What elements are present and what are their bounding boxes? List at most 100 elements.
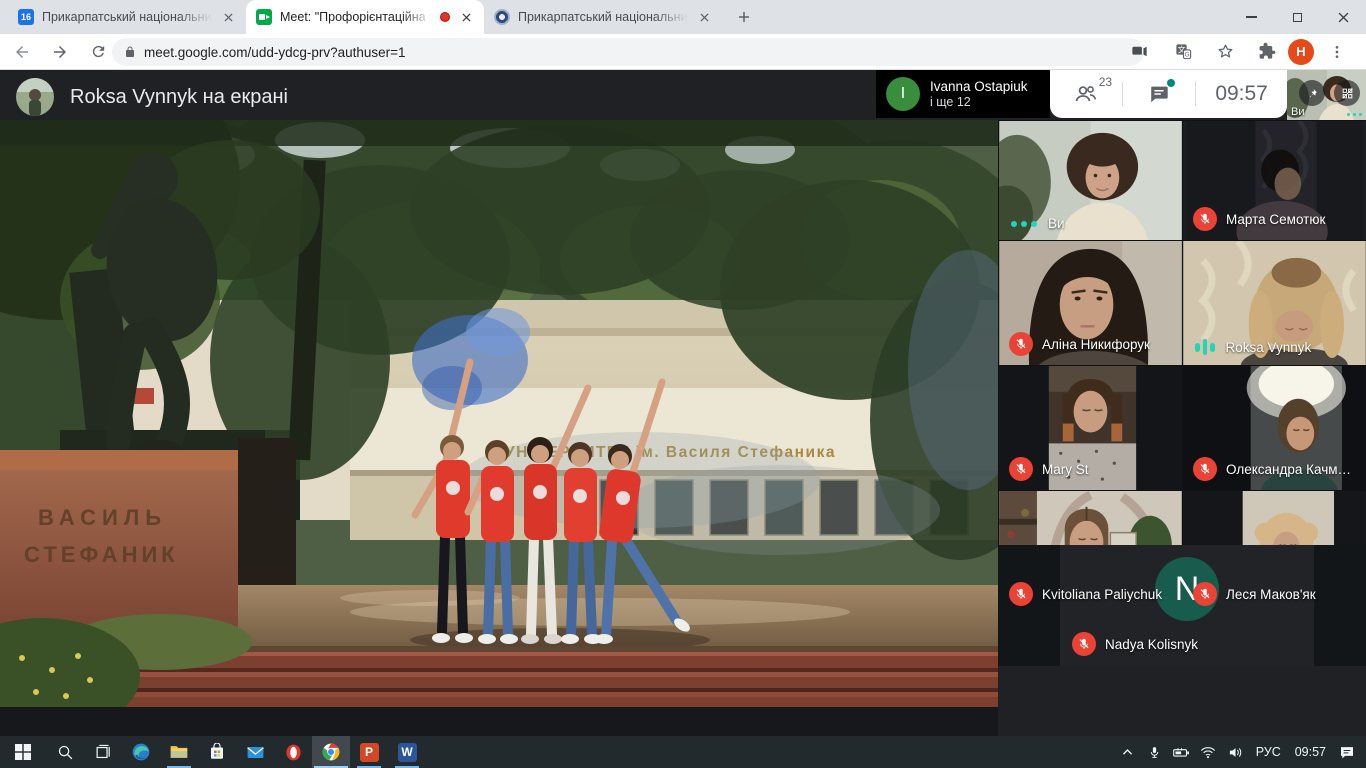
tile-participant[interactable]: Олександра Качм…: [1182, 365, 1366, 490]
tile-participant[interactable]: Марта Семотюк: [1182, 120, 1366, 240]
url-text: meet.google.com/udd-ydcg-prv?authuser=1: [144, 45, 406, 60]
tile-participant[interactable]: Mary St: [998, 365, 1182, 490]
power-battery-icon[interactable]: [1168, 736, 1195, 768]
mic-off-icon: [1193, 582, 1217, 606]
presenter-avatar: [16, 78, 54, 116]
forward-icon[interactable]: [44, 36, 76, 68]
browser-menu-icon[interactable]: [1322, 37, 1352, 67]
tab-meet-active[interactable]: Meet: "Профорієнтаційна зу: [246, 0, 484, 34]
participant-name: Kvitoliana Paliychuk: [1042, 587, 1162, 602]
taskbar-clock[interactable]: 09:57: [1288, 745, 1333, 759]
selfview-label: Ви: [1291, 106, 1304, 118]
profile-avatar[interactable]: H: [1286, 37, 1316, 67]
address-bar[interactable]: meet.google.com/udd-ydcg-prv?authuser=1: [112, 38, 1144, 66]
extensions-puzzle-icon[interactable]: [1252, 37, 1282, 67]
microphone-tray-icon[interactable]: [1141, 736, 1168, 768]
participant-name: Nadya Kolisnyk: [1105, 637, 1198, 652]
lock-icon: [124, 45, 136, 59]
tile-participant[interactable]: Roksa Vynnyk: [1182, 240, 1366, 365]
tile-participant-self[interactable]: Ви: [998, 120, 1182, 240]
browser-toolbar: meet.google.com/udd-ydcg-prv?authuser=1 …: [0, 34, 1366, 70]
chrome-icon[interactable]: [312, 736, 350, 768]
meeting-clock: 09:57: [1215, 82, 1268, 106]
presentation-stage[interactable]: УНІВЕРСИТЕТ ім. Василя Стефаника: [0, 120, 998, 707]
participants-button[interactable]: 23: [1069, 77, 1103, 111]
reload-icon[interactable]: [82, 36, 114, 68]
word-icon[interactable]: W: [388, 736, 426, 768]
participant-avatar: I: [886, 77, 920, 111]
maximize-button[interactable]: [1274, 0, 1320, 34]
close-icon[interactable]: [458, 9, 474, 25]
stage-letterbox: [0, 707, 998, 736]
windows-taskbar: P W РУС 09:57: [0, 736, 1366, 768]
task-view-icon[interactable]: [84, 736, 122, 768]
meet-icon: [256, 9, 272, 25]
chat-button[interactable]: [1142, 77, 1176, 111]
participant-name: Олександра Качм…: [1226, 462, 1351, 477]
minimize-button[interactable]: [1228, 0, 1274, 34]
close-window-button[interactable]: [1320, 0, 1366, 34]
start-button[interactable]: [0, 736, 46, 768]
overflow-participants-tile[interactable]: I Ivanna Ostapiuk і ще 12: [876, 70, 1050, 118]
participant-name: Ivanna Ostapiuk: [930, 79, 1028, 96]
edge-icon[interactable]: [122, 736, 160, 768]
participant-name: Аліна Никифорук: [1042, 337, 1150, 352]
audio-level-icon: [1193, 338, 1217, 356]
speaking-indicator: [1009, 221, 1039, 227]
participant-name: Леся Маков'як: [1226, 587, 1316, 602]
window-controls: [1228, 0, 1366, 34]
divider: [1195, 82, 1196, 106]
tray-expand-chevron-icon[interactable]: [1114, 736, 1141, 768]
search-icon[interactable]: [46, 736, 84, 768]
file-explorer-icon[interactable]: [160, 736, 198, 768]
bookmark-star-icon[interactable]: [1210, 37, 1240, 67]
university-emblem-icon: [494, 9, 510, 25]
participant-count: 23: [1099, 75, 1112, 89]
translate-icon[interactable]: 文G: [1168, 37, 1198, 67]
speaking-indicator: [1347, 113, 1363, 117]
selfview-thumbnail[interactable]: Ви: [1287, 70, 1366, 120]
tab-title: Meet: "Профорієнтаційна зу: [280, 10, 432, 24]
new-tab-button[interactable]: [730, 3, 758, 31]
close-icon[interactable]: [696, 9, 712, 25]
chat-notification-dot: [1167, 79, 1175, 87]
overflow-names: Ivanna Ostapiuk і ще 12: [930, 79, 1028, 110]
svg-text:G: G: [1184, 52, 1189, 59]
remove-from-grid-icon[interactable]: [1334, 80, 1360, 106]
participant-overflow-count: і ще 12: [930, 95, 1028, 109]
tab-camera-indicator-icon[interactable]: [1124, 37, 1154, 67]
language-indicator[interactable]: РУС: [1249, 745, 1288, 759]
opera-icon[interactable]: [274, 736, 312, 768]
tab-university-site-2[interactable]: Прикарпатський національний: [484, 0, 722, 34]
close-icon[interactable]: [220, 9, 236, 25]
participant-name: Roksa Vynnyk: [1226, 340, 1312, 355]
stage-floor: [238, 585, 998, 655]
microsoft-store-icon[interactable]: [198, 736, 236, 768]
tile-participant[interactable]: Аліна Никифорук: [998, 240, 1182, 365]
presenter-banner: Roksa Vynnyk на екрані: [16, 78, 288, 116]
tab-title: Прикарпатський національний: [518, 10, 688, 24]
mic-off-icon: [1009, 332, 1033, 356]
action-center-icon[interactable]: [1333, 736, 1360, 768]
meet-header-panel: 23 09:57: [1050, 70, 1287, 118]
mail-icon[interactable]: [236, 736, 274, 768]
stage-scene: УНІВЕРСИТЕТ ім. Василя Стефаника: [0, 120, 998, 707]
participant-name: Mary St: [1042, 462, 1089, 477]
tab-university-site-1[interactable]: 16 Прикарпатський національний: [8, 0, 246, 34]
browser-tab-bar: 16 Прикарпатський національний Meet: "Пр…: [0, 0, 1366, 34]
mic-off-icon: [1072, 632, 1096, 656]
participant-name: Марта Семотюк: [1226, 212, 1325, 227]
pin-icon[interactable]: [1299, 80, 1325, 106]
mic-off-icon: [1193, 207, 1217, 231]
mic-off-icon: [1009, 457, 1033, 481]
mic-off-icon: [1193, 457, 1217, 481]
powerpoint-icon[interactable]: P: [350, 736, 388, 768]
participant-name: Ви: [1048, 216, 1065, 231]
divider: [1122, 82, 1123, 106]
volume-icon[interactable]: [1222, 736, 1249, 768]
system-tray: РУС 09:57: [1114, 736, 1366, 768]
back-icon[interactable]: [6, 36, 38, 68]
pedestal-text-line2: СТЕФАНИК: [24, 542, 179, 567]
wifi-icon[interactable]: [1195, 736, 1222, 768]
mic-off-icon: [1009, 582, 1033, 606]
